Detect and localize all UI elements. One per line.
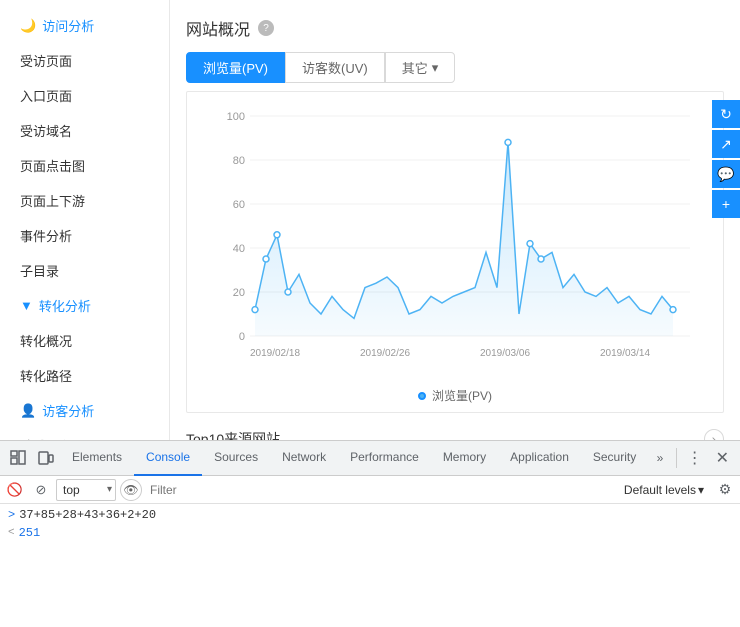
sidebar-item-label: 页面点击图 [20, 156, 85, 175]
input-prompt: > [8, 506, 15, 524]
svg-text:20: 20 [233, 287, 245, 299]
sidebar-item-label: 转化分析 [39, 296, 91, 315]
share-button[interactable]: ↗ [712, 130, 740, 158]
top-section-header: Top10来源网站 › [186, 429, 724, 440]
console-output-line: < 251 [8, 524, 732, 542]
sidebar-item-conversion-path[interactable]: 转化路径 [0, 358, 169, 393]
svg-text:2019/02/26: 2019/02/26 [360, 348, 410, 359]
context-selector[interactable]: top [56, 479, 116, 501]
console-input-line: > 37+85+28+43+36+2+20 [8, 506, 732, 524]
console-input-text: 37+85+28+43+36+2+20 [19, 506, 156, 524]
refresh-button[interactable]: ↻ [712, 100, 740, 128]
chart-tab-bar: 浏览量(PV) 访客数(UV) 其它 ▾ [186, 52, 724, 83]
eye-button[interactable]: 👁 [120, 479, 142, 501]
svg-text:100: 100 [227, 111, 245, 123]
line-chart: 100 80 60 40 20 0 2019/02/18 2019/02/26 … [195, 100, 715, 380]
tab-elements[interactable]: Elements [60, 441, 134, 476]
sidebar-item-page-up-down[interactable]: 页面上下游 [0, 183, 169, 218]
console-settings-button[interactable]: ⊘ [30, 479, 52, 501]
page-title: 网站概况 [186, 16, 250, 40]
sidebar-item-label: 受访域名 [20, 121, 72, 140]
tab-pv[interactable]: 浏览量(PV) [186, 52, 285, 83]
console-output: > 37+85+28+43+36+2+20 < 251 [0, 504, 740, 627]
filter-icon: ▼ [20, 298, 33, 313]
devtools-tab-bar: Elements Console Sources Network Perform… [0, 441, 740, 476]
console-toolbar: 🚫 ⊘ top ▾ 👁 Default levels ▾ ⚙ [0, 476, 740, 504]
tab-performance[interactable]: Performance [338, 441, 431, 476]
filter-input[interactable] [146, 479, 614, 501]
sidebar-item-entry-pages[interactable]: 入口页面 [0, 78, 169, 113]
sidebar-item-visited-domains[interactable]: 受访域名 [0, 113, 169, 148]
chart-container: 100 80 60 40 20 0 2019/02/18 2019/02/26 … [186, 91, 724, 413]
main-content: 网站概况 ? 浏览量(PV) 访客数(UV) 其它 ▾ 100 80 60 40… [170, 0, 740, 440]
tab-network[interactable]: Network [270, 441, 338, 476]
sidebar-item-visitor-analysis[interactable]: 👤 访客分析 [0, 393, 169, 428]
sidebar-item-label: 访客分析 [42, 401, 94, 420]
svg-text:2019/03/06: 2019/03/06 [480, 348, 530, 359]
sidebar-item-label: 子目录 [20, 261, 59, 280]
device-toolbar-button[interactable] [32, 444, 60, 472]
sidebar-item-page-click-map[interactable]: 页面点击图 [0, 148, 169, 183]
tab-console[interactable]: Console [134, 441, 202, 476]
wechat-button[interactable]: 💬 [712, 160, 740, 188]
sidebar-item-label: 入口页面 [20, 86, 72, 105]
svg-text:40: 40 [233, 243, 245, 255]
svg-text:2019/02/18: 2019/02/18 [250, 348, 300, 359]
sidebar: 🌙 访问分析 受访页面 入口页面 受访域名 页面点击图 页面上下游 事件分析 子… [0, 0, 170, 440]
legend-dot-pv [418, 392, 426, 400]
separator [676, 448, 677, 468]
svg-text:80: 80 [233, 155, 245, 167]
console-output-value: 251 [19, 524, 41, 542]
settings-gear-button[interactable]: ⚙ [714, 479, 736, 501]
help-icon[interactable]: ? [258, 20, 274, 36]
devtools-panel: Elements Console Sources Network Perform… [0, 440, 740, 627]
svg-text:60: 60 [233, 199, 245, 211]
sidebar-item-conversion-overview[interactable]: 转化概况 [0, 323, 169, 358]
sidebar-item-label: 转化概况 [20, 331, 72, 350]
plus-button[interactable]: + [712, 190, 740, 218]
svg-text:0: 0 [239, 331, 245, 343]
sidebar-item-visited-pages[interactable]: 受访页面 [0, 43, 169, 78]
sidebar-item-label: 事件分析 [20, 226, 72, 245]
sidebar-item-label: 访问分析 [42, 16, 94, 35]
more-tabs-button[interactable]: » [648, 444, 671, 472]
output-arrow: < [8, 524, 15, 542]
legend-label-pv: 浏览量(PV) [432, 387, 492, 404]
sidebar-item-event-analysis[interactable]: 事件分析 [0, 218, 169, 253]
context-selector-wrapper: top ▾ [56, 479, 116, 501]
moon-icon: 🌙 [20, 18, 36, 34]
tab-uv[interactable]: 访客数(UV) [285, 52, 385, 83]
sidebar-item-conversion-analysis[interactable]: ▼ 转化分析 [0, 288, 169, 323]
chevron-down-icon: ▾ [432, 60, 439, 76]
sidebar-item-label: 受访页面 [20, 51, 72, 70]
default-levels-button[interactable]: Default levels ▾ [618, 479, 710, 501]
sidebar-item-geo-distribution[interactable]: 地域分布 [0, 428, 169, 440]
sidebar-item-label: 页面上下游 [20, 191, 85, 210]
close-devtools-button[interactable]: ✕ [709, 444, 736, 472]
sidebar-item-subdirectory[interactable]: 子目录 [0, 253, 169, 288]
tab-memory[interactable]: Memory [431, 441, 498, 476]
tab-other[interactable]: 其它 ▾ [385, 52, 456, 83]
top-section-title: Top10来源网站 [186, 429, 280, 440]
tab-security[interactable]: Security [581, 441, 648, 476]
sidebar-item-visit-analysis[interactable]: 🌙 访问分析 [0, 8, 169, 43]
chart-legend: 浏览量(PV) [195, 387, 715, 404]
customize-button[interactable]: ⋮ [681, 444, 709, 472]
inspect-element-button[interactable] [4, 444, 32, 472]
sidebar-item-label: 转化路径 [20, 366, 72, 385]
svg-text:2019/03/14: 2019/03/14 [600, 348, 650, 359]
page-header: 网站概况 ? [186, 16, 724, 40]
more-button[interactable]: › [704, 429, 724, 440]
chevron-down-icon: ▾ [698, 483, 704, 497]
clear-console-button[interactable]: 🚫 [4, 479, 26, 501]
right-action-panel: ↻ ↗ 💬 + [712, 100, 740, 218]
tab-application[interactable]: Application [498, 441, 581, 476]
user-icon: 👤 [20, 403, 36, 419]
tab-sources[interactable]: Sources [202, 441, 270, 476]
